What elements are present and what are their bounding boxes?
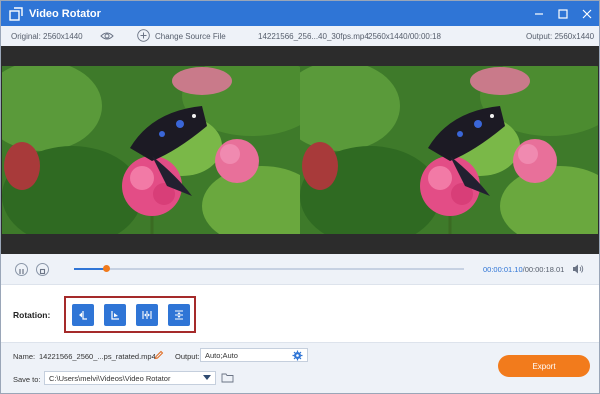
output-settings-bar: Name: 14221566_2560_...ps_ratated.mp4 Ou…: [1, 342, 599, 393]
original-preview: [2, 66, 300, 234]
window-title: Video Rotator: [29, 7, 101, 20]
title-bar: Video Rotator: [1, 1, 599, 26]
export-button[interactable]: Export: [498, 355, 590, 377]
save-to-label: Save to:: [13, 375, 41, 384]
butterfly-flower-image: [2, 66, 300, 234]
source-filename: 14221566_256...40_30fps.mp4: [258, 32, 369, 41]
pause-icon: [19, 269, 24, 274]
volume-icon[interactable]: [572, 263, 584, 275]
rotate-left-button[interactable]: [72, 304, 94, 326]
video-preview-area: [1, 46, 599, 254]
output-filename: 14221566_2560_...ps_ratated.mp4: [39, 352, 156, 361]
playback-bar: 00:00:01.10/00:00:18.01: [1, 254, 599, 284]
rotate-left-icon: [79, 311, 87, 320]
stop-button[interactable]: [36, 263, 49, 276]
source-meta: 2560x1440/00:00:18: [368, 32, 441, 41]
output-resolution: Output: 2560x1440: [526, 32, 595, 41]
butterfly-flower-image: [300, 66, 598, 234]
add-source-icon[interactable]: [137, 29, 150, 42]
rotation-section: Rotation:: [1, 284, 599, 342]
eye-icon[interactable]: [100, 31, 114, 41]
flip-vertical-icon: [175, 310, 183, 320]
output-preview: [300, 66, 598, 234]
save-path-field[interactable]: C:\Users\melvi\Videos\Video Rotator: [44, 371, 216, 385]
output-format-value: Auto;Auto: [205, 351, 238, 360]
edit-name-icon[interactable]: [154, 350, 164, 360]
rotate-right-icon: [111, 311, 119, 320]
window-controls: [527, 1, 599, 26]
rotation-buttons-highlight: [64, 296, 196, 333]
save-path-value: C:\Users\melvi\Videos\Video Rotator: [49, 374, 171, 383]
output-format-field[interactable]: Auto;Auto: [200, 348, 308, 362]
maximize-button[interactable]: [551, 1, 575, 26]
output-label: Output:: [175, 352, 200, 361]
info-bar: Original: 2560x1440 Change Source File 1…: [1, 26, 599, 46]
time-display: 00:00:01.10/00:00:18.01: [483, 265, 564, 274]
total-time: /00:00:18.01: [522, 265, 565, 274]
change-source-link[interactable]: Change Source File: [155, 32, 226, 41]
progress-fill: [74, 268, 106, 270]
name-label: Name:: [13, 352, 36, 361]
current-time: 00:00:01.10: [483, 265, 523, 274]
flip-horizontal-button[interactable]: [136, 304, 158, 326]
app-rotate-icon: [9, 6, 23, 21]
gear-icon[interactable]: [292, 350, 303, 361]
minimize-button[interactable]: [527, 1, 551, 26]
flip-vertical-button[interactable]: [168, 304, 190, 326]
video-rotator-window: Video Rotator Original: 2560x1440 Change…: [0, 0, 600, 394]
flip-horizontal-icon: [142, 311, 152, 319]
progress-track[interactable]: [74, 265, 464, 272]
stop-icon: [39, 268, 46, 275]
rotate-right-button[interactable]: [104, 304, 126, 326]
minimize-icon: [535, 12, 543, 15]
chevron-down-icon[interactable]: [203, 375, 211, 381]
progress-thumb[interactable]: [102, 265, 110, 272]
close-button[interactable]: [575, 1, 599, 26]
close-icon: [582, 9, 592, 18]
folder-icon[interactable]: [221, 372, 234, 383]
original-resolution: Original: 2560x1440: [11, 32, 83, 41]
rotation-label: Rotation:: [13, 310, 51, 320]
maximize-icon: [558, 8, 568, 19]
pause-button[interactable]: [15, 263, 28, 276]
